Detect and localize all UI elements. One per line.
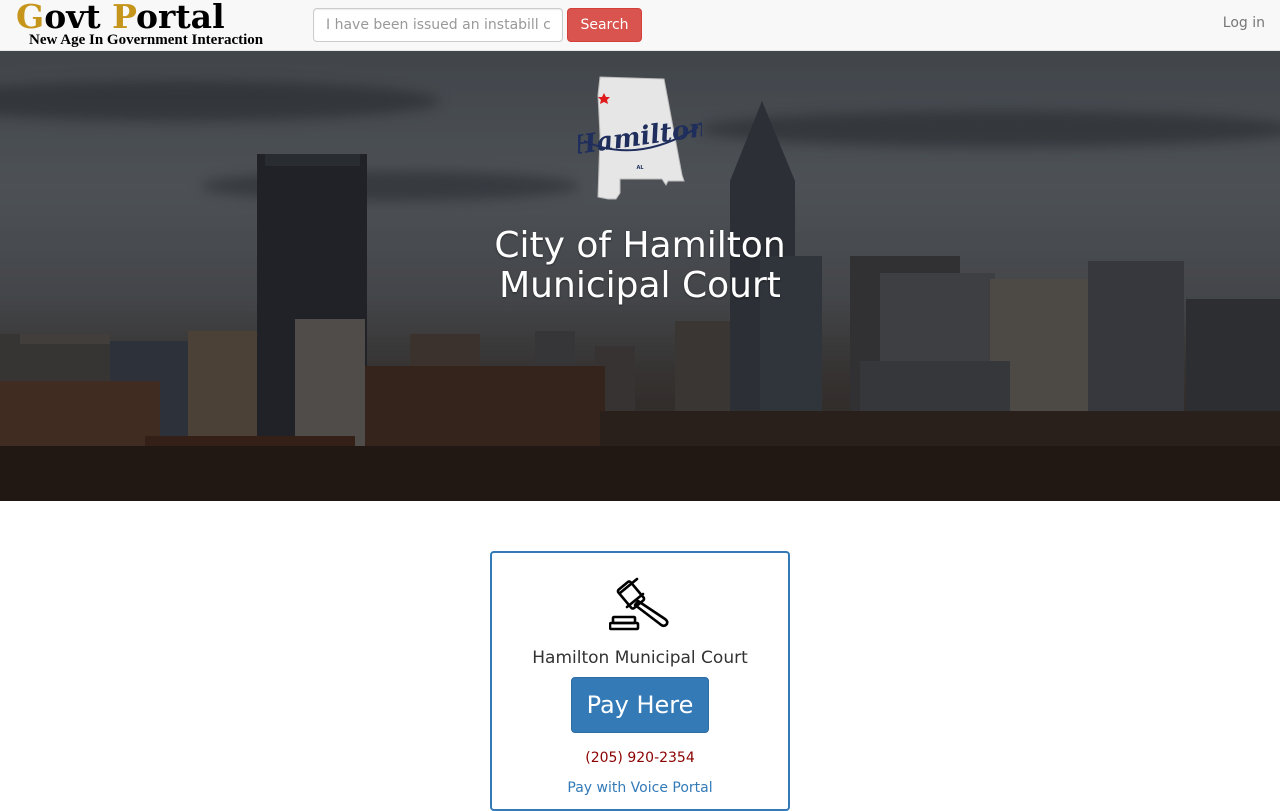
brand-word-ortal: ortal: [136, 0, 225, 36]
voice-portal-link[interactable]: Pay with Voice Portal: [492, 780, 788, 796]
hero-title-line-1: City of Hamilton: [494, 225, 786, 266]
pay-here-button[interactable]: Pay Here: [571, 677, 709, 733]
login-link[interactable]: Log in: [1223, 15, 1265, 31]
brand-logo[interactable]: Govt Portal New Age In Government Intera…: [16, 0, 263, 48]
brand-word-ovt: ovt: [44, 0, 113, 36]
court-phone: (205) 920-2354: [585, 750, 695, 766]
hero-banner: Hamilton AL City of Hamilton Municipal C…: [0, 51, 1280, 501]
search-button[interactable]: Search: [567, 8, 642, 42]
search-input[interactable]: [313, 8, 563, 42]
top-navbar: Govt Portal New Age In Government Intera…: [0, 0, 1280, 51]
brand-initial-p: P: [112, 0, 137, 36]
court-name: Hamilton Municipal Court: [532, 648, 748, 668]
logo-state-text: AL: [636, 165, 644, 171]
court-card: Hamilton Municipal Court Pay Here (205) …: [490, 551, 790, 811]
gavel-icon: [609, 577, 669, 631]
hamilton-alabama-logo: Hamilton AL: [578, 76, 702, 200]
hero-title-line-2: Municipal Court: [499, 265, 781, 306]
hero-title: City of Hamilton Municipal Court: [0, 226, 1280, 306]
brand-initial-g: G: [16, 0, 45, 36]
brand-title: Govt Portal: [16, 0, 225, 34]
brand-tagline: New Age In Government Interaction: [29, 32, 264, 48]
